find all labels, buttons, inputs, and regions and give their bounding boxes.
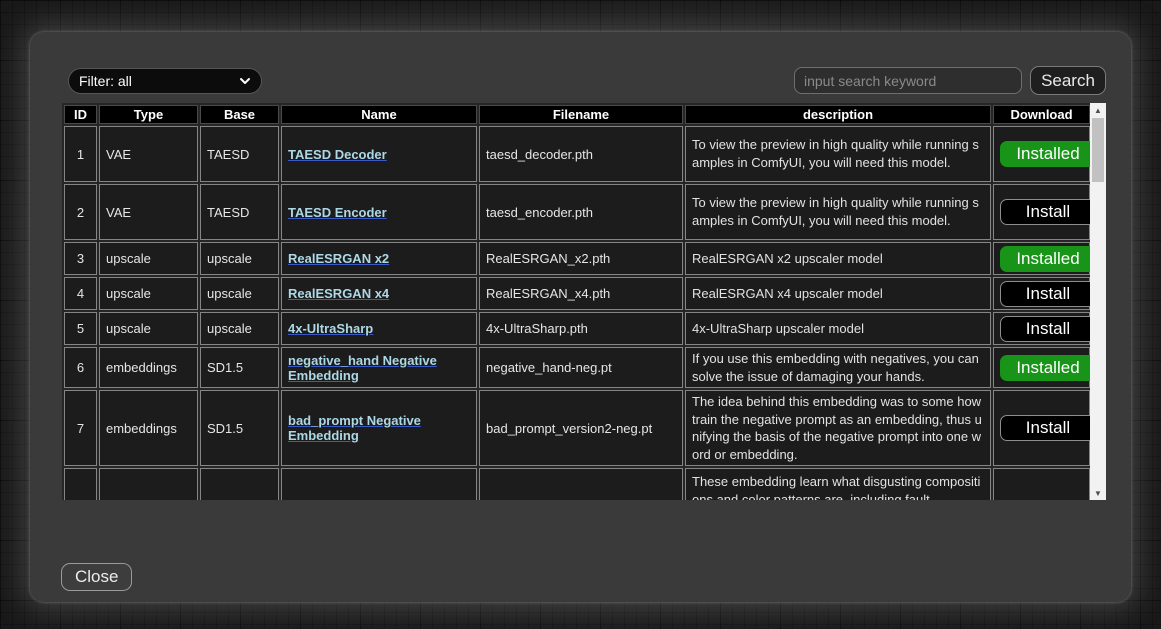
model-description: If you use this embedding with negatives… (685, 347, 991, 388)
model-type: upscale (99, 242, 198, 275)
scrollbar-thumb[interactable] (1092, 118, 1104, 182)
model-filename: taesd_decoder.pth (479, 126, 683, 182)
model-base: TAESD (200, 184, 279, 240)
model-id: 7 (64, 390, 97, 466)
scroll-up-arrow-icon[interactable]: ▲ (1090, 103, 1106, 117)
install-button[interactable]: Install (1000, 199, 1090, 225)
installed-button[interactable]: Installed (1000, 141, 1090, 167)
model-base: upscale (200, 277, 279, 310)
installed-button[interactable]: Installed (1000, 355, 1090, 381)
model-base: SD1.5 (200, 390, 279, 466)
close-button[interactable]: Close (61, 563, 132, 591)
model-type: embeddings (99, 347, 198, 388)
model-name-link[interactable]: RealESRGAN x4 (288, 286, 389, 301)
table-row: 1 VAE TAESD TAESD Decoder taesd_decoder.… (64, 126, 1090, 182)
model-filename: taesd_encoder.pth (479, 184, 683, 240)
model-id: 1 (64, 126, 97, 182)
table-row: 5 upscale upscale 4x-UltraSharp 4x-Ultra… (64, 312, 1090, 345)
model-base: upscale (200, 312, 279, 345)
model-description: RealESRGAN x4 upscaler model (685, 277, 991, 310)
models-table: ID Type Base Name Filename description D… (62, 103, 1090, 500)
model-id: 6 (64, 347, 97, 388)
table-row: 7 embeddings SD1.5 bad_prompt Negative E… (64, 390, 1090, 466)
search-input[interactable] (794, 67, 1022, 94)
model-type: VAE (99, 184, 198, 240)
model-type (99, 468, 198, 500)
model-filename: negative_hand-neg.pt (479, 347, 683, 388)
header-description: description (685, 105, 991, 124)
table-row: 4 upscale upscale RealESRGAN x4 RealESRG… (64, 277, 1090, 310)
model-base (200, 468, 279, 500)
filter-selected-label: Filter: all (79, 73, 239, 89)
header-type: Type (99, 105, 198, 124)
model-filename: bad_prompt_version2-neg.pt (479, 390, 683, 466)
model-filename: RealESRGAN_x2.pth (479, 242, 683, 275)
model-filename: 4x-UltraSharp.pth (479, 312, 683, 345)
model-id: 5 (64, 312, 97, 345)
table-row-partial: These embedding learn what disgusting co… (64, 468, 1090, 500)
model-description: These embedding learn what disgusting co… (685, 468, 991, 500)
models-table-container: ID Type Base Name Filename description D… (62, 103, 1106, 500)
header-id: ID (64, 105, 97, 124)
vertical-scrollbar[interactable]: ▲ ▼ (1090, 103, 1106, 500)
header-filename: Filename (479, 105, 683, 124)
model-name-link[interactable]: RealESRGAN x2 (288, 251, 389, 266)
model-type: upscale (99, 277, 198, 310)
model-description: The idea behind this embedding was to so… (685, 390, 991, 466)
filter-select[interactable]: Filter: all (68, 68, 262, 94)
model-name-link[interactable]: TAESD Decoder (288, 147, 387, 162)
model-description: RealESRGAN x2 upscaler model (685, 242, 991, 275)
models-table-scroll-area: ID Type Base Name Filename description D… (62, 103, 1090, 500)
model-description: To view the preview in high quality whil… (685, 184, 991, 240)
model-base: TAESD (200, 126, 279, 182)
model-name-link[interactable]: bad_prompt Negative Embedding (288, 413, 421, 443)
install-button[interactable]: Install (1000, 316, 1090, 342)
scroll-down-arrow-icon[interactable]: ▼ (1090, 486, 1106, 500)
chevron-down-icon (239, 75, 251, 87)
model-name-link[interactable]: TAESD Encoder (288, 205, 387, 220)
header-base: Base (200, 105, 279, 124)
model-description: To view the preview in high quality whil… (685, 126, 991, 182)
install-models-dialog: Filter: all Search ID Type Base Name (30, 32, 1131, 602)
model-type: upscale (99, 312, 198, 345)
header-name: Name (281, 105, 477, 124)
model-description: 4x-UltraSharp upscaler model (685, 312, 991, 345)
table-row: 3 upscale upscale RealESRGAN x2 RealESRG… (64, 242, 1090, 275)
model-filename (479, 468, 683, 500)
header-download: Download (993, 105, 1090, 124)
model-id: 4 (64, 277, 97, 310)
table-row: 6 embeddings SD1.5 negative_hand Negativ… (64, 347, 1090, 388)
model-base: SD1.5 (200, 347, 279, 388)
search-button[interactable]: Search (1030, 66, 1106, 95)
table-header-row: ID Type Base Name Filename description D… (64, 105, 1090, 124)
model-name-link[interactable]: 4x-UltraSharp (288, 321, 373, 336)
install-button[interactable]: Install (1000, 281, 1090, 307)
model-type: VAE (99, 126, 198, 182)
table-row: 2 VAE TAESD TAESD Encoder taesd_encoder.… (64, 184, 1090, 240)
model-type: embeddings (99, 390, 198, 466)
model-id (64, 468, 97, 500)
installed-button[interactable]: Installed (1000, 246, 1090, 272)
model-base: upscale (200, 242, 279, 275)
model-id: 2 (64, 184, 97, 240)
install-button[interactable]: Install (1000, 415, 1090, 441)
model-filename: RealESRGAN_x4.pth (479, 277, 683, 310)
model-name-link[interactable]: negative_hand Negative Embedding (288, 353, 437, 383)
model-id: 3 (64, 242, 97, 275)
